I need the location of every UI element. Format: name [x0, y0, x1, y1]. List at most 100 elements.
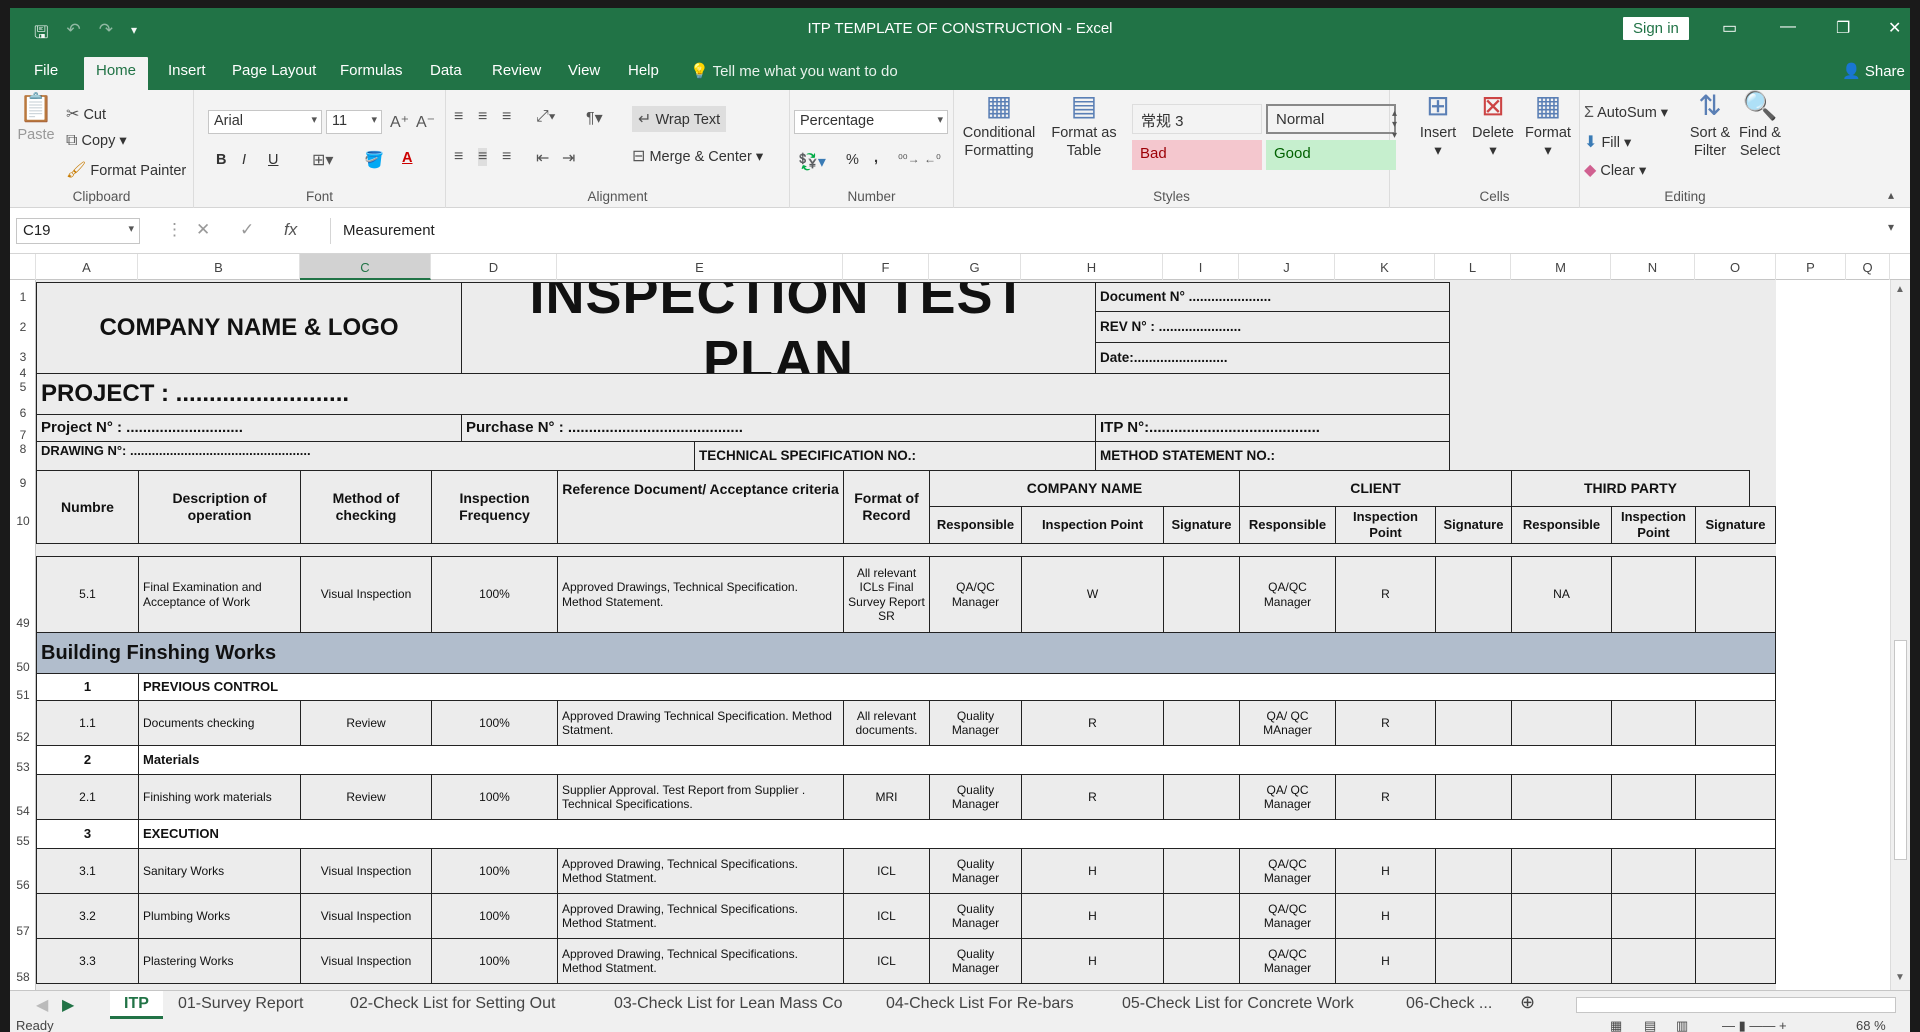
row-header[interactable]: 58	[10, 970, 36, 984]
method-statement-cell[interactable]: METHOD STATEMENT NO.:	[1095, 441, 1450, 471]
item-company-responsible[interactable]: Quality Manager	[929, 774, 1022, 820]
row-header[interactable]: 4	[10, 366, 36, 380]
style-cell-normal3[interactable]: 常规 3	[1132, 104, 1262, 134]
item-no[interactable]: 2.1	[36, 774, 139, 820]
row-header[interactable]: 56	[10, 878, 36, 892]
item-client-point[interactable]: R	[1335, 700, 1436, 746]
sheet-tab[interactable]: 06-Check ...	[1406, 991, 1492, 1019]
header-frequency[interactable]: Inspection Frequency	[431, 470, 558, 544]
align-middle-icon[interactable]: ≡	[478, 108, 487, 126]
item-no[interactable]: 3.3	[36, 938, 139, 984]
item-third-party-point[interactable]	[1611, 556, 1696, 633]
format-cells-button[interactable]: ▦ Format ▾	[1520, 92, 1576, 160]
conditional-formatting-button[interactable]: ▦ Conditional Formatting	[958, 92, 1040, 160]
item-third-party-signature[interactable]	[1695, 774, 1776, 820]
vertical-scrollbar[interactable]: ▲ ▼	[1890, 280, 1910, 990]
item-client-signature[interactable]	[1435, 938, 1512, 984]
item-company-point[interactable]: R	[1021, 700, 1164, 746]
item-client-point[interactable]: R	[1335, 774, 1436, 820]
item-reference[interactable]: Approved Drawings, Technical Specificati…	[557, 556, 844, 633]
item-third-party-point[interactable]	[1611, 774, 1696, 820]
decrease-indent-icon[interactable]: ⇤	[536, 148, 549, 168]
column-header[interactable]: B	[138, 254, 300, 280]
sort-filter-button[interactable]: ⇅ Sort & Filter	[1686, 92, 1734, 160]
item-description[interactable]: Final Examination and Acceptance of Work	[138, 556, 301, 633]
column-header[interactable]: C	[300, 254, 431, 280]
item-company-signature[interactable]	[1163, 893, 1240, 939]
row-header[interactable]: 9	[10, 476, 36, 490]
row-header[interactable]: 51	[10, 688, 36, 702]
item-client-responsible[interactable]: QA/ QC MAnager	[1239, 700, 1336, 746]
style-cell-good[interactable]: Good	[1266, 140, 1396, 170]
item-reference[interactable]: Approved Drawing, Technical Specificatio…	[557, 938, 844, 984]
item-company-point[interactable]: H	[1021, 893, 1164, 939]
item-method[interactable]: Visual Inspection	[300, 848, 432, 894]
item-description[interactable]: Sanitary Works	[138, 848, 301, 894]
rev-no-cell[interactable]: REV N° : ......................	[1095, 311, 1450, 343]
group-name[interactable]: EXECUTION	[138, 819, 1776, 849]
header-signature[interactable]: Signature	[1435, 506, 1512, 544]
row-header[interactable]: 8	[10, 442, 36, 456]
row-header[interactable]: 52	[10, 730, 36, 744]
row-header[interactable]: 10	[10, 514, 36, 528]
row-header[interactable]: 3	[10, 350, 36, 364]
fill-color-icon[interactable]: 🪣	[364, 150, 384, 170]
item-frequency[interactable]: 100%	[431, 700, 558, 746]
header-inspection-point[interactable]: Inspection Point	[1611, 506, 1696, 544]
item-frequency[interactable]: 100%	[431, 774, 558, 820]
tab-formulas[interactable]: Formulas	[340, 62, 403, 79]
project-cell[interactable]: PROJECT : ..........................	[36, 373, 1450, 415]
item-description[interactable]: Plastering Works	[138, 938, 301, 984]
item-no[interactable]: 3.2	[36, 893, 139, 939]
item-client-point[interactable]: R	[1335, 556, 1436, 633]
item-description[interactable]: Documents checking	[138, 700, 301, 746]
column-header[interactable]: A	[36, 254, 138, 280]
item-third-party-signature[interactable]	[1695, 700, 1776, 746]
header-inspection-point[interactable]: Inspection Point	[1021, 506, 1164, 544]
column-header[interactable]: Q	[1846, 254, 1890, 280]
sheet-tab-itp[interactable]: ITP	[110, 991, 163, 1019]
header-reference[interactable]: Reference Document/ Acceptance criteria	[557, 470, 844, 544]
minimize-button[interactable]: —	[1780, 18, 1796, 36]
header-method[interactable]: Method of checking	[300, 470, 432, 544]
merge-center-button[interactable]: ⊟ Merge & Center ▾	[632, 146, 763, 166]
copy-button[interactable]: ⧉ Copy ▾	[66, 132, 127, 150]
group-no[interactable]: 1	[36, 673, 139, 701]
row-header[interactable]: 54	[10, 804, 36, 818]
zoom-slider[interactable]: — ▮ —— +	[1722, 1018, 1787, 1032]
column-header[interactable]: I	[1163, 254, 1239, 280]
item-reference[interactable]: Supplier Approval. Test Report from Supp…	[557, 774, 844, 820]
item-client-signature[interactable]	[1435, 700, 1512, 746]
restore-button[interactable]: ❐	[1836, 18, 1850, 38]
scroll-thumb[interactable]	[1894, 640, 1907, 860]
item-company-signature[interactable]	[1163, 938, 1240, 984]
align-left-icon[interactable]: ≡	[454, 148, 463, 166]
column-header[interactable]: P	[1776, 254, 1846, 280]
clear-button[interactable]: ◆ Clear ▾	[1584, 160, 1646, 180]
tab-insert[interactable]: Insert	[168, 62, 206, 79]
sheet-tab[interactable]: 05-Check List for Concrete Work	[1122, 991, 1354, 1019]
header-inspection-point[interactable]: Inspection Point	[1335, 506, 1436, 544]
item-client-point[interactable]: H	[1335, 938, 1436, 984]
item-method[interactable]: Visual Inspection	[300, 893, 432, 939]
normal-view-icon[interactable]: ▦	[1610, 1018, 1622, 1032]
delete-cells-button[interactable]: ⊠ Delete ▾	[1468, 92, 1518, 160]
item-third-party-point[interactable]	[1611, 700, 1696, 746]
text-direction-icon[interactable]: ¶▾	[586, 108, 603, 128]
decrease-font-icon[interactable]: A⁻	[416, 112, 435, 132]
bold-button[interactable]: B	[216, 152, 226, 168]
row-header[interactable]: 2	[10, 320, 36, 334]
format-as-table-button[interactable]: ▤ Format as Table	[1044, 92, 1124, 160]
zoom-level[interactable]: 68 %	[1856, 1018, 1886, 1032]
row-header[interactable]: 50	[10, 660, 36, 674]
item-reference[interactable]: Approved Drawing, Technical Specificatio…	[557, 848, 844, 894]
row-header[interactable]: 6	[10, 406, 36, 420]
row-header[interactable]: 49	[10, 616, 36, 630]
item-reference[interactable]: Approved Drawing Technical Specification…	[557, 700, 844, 746]
item-client-signature[interactable]	[1435, 848, 1512, 894]
item-no[interactable]: 3.1	[36, 848, 139, 894]
item-frequency[interactable]: 100%	[431, 848, 558, 894]
confirm-entry-icon[interactable]: ✓	[240, 220, 254, 240]
item-company-point[interactable]: H	[1021, 848, 1164, 894]
increase-indent-icon[interactable]: ⇥	[562, 148, 575, 168]
